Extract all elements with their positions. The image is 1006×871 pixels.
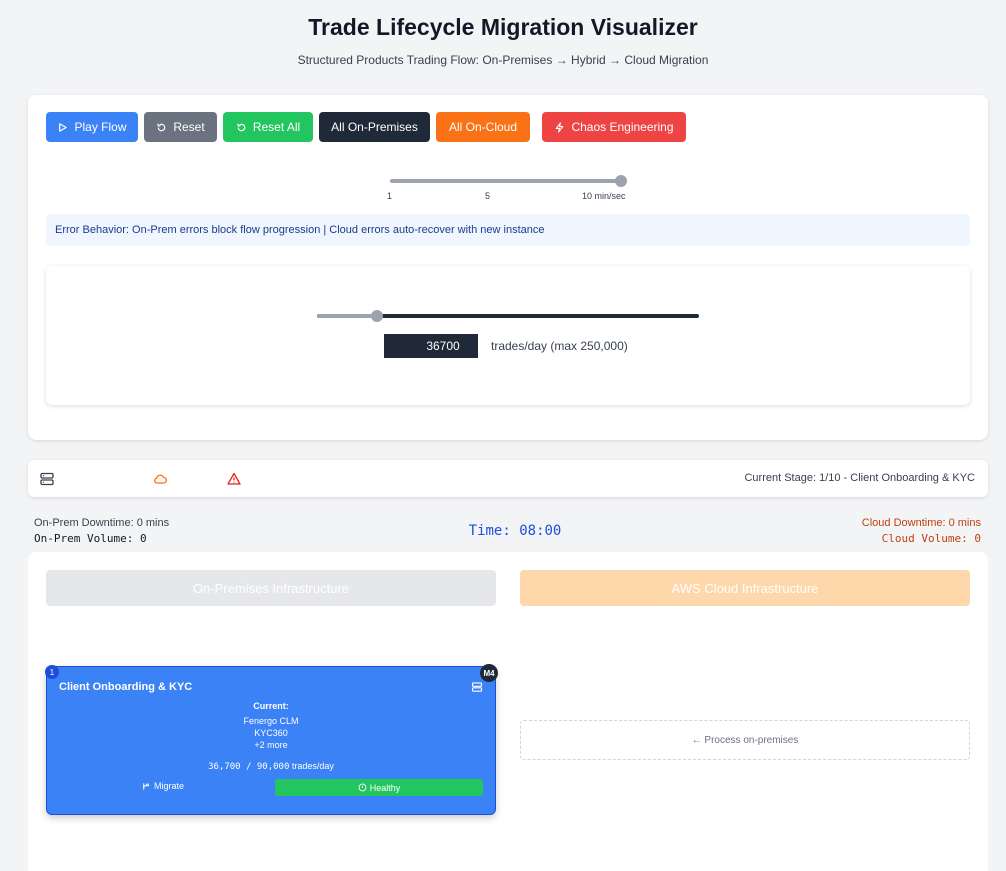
current-stage-text: Current Stage: 1/10 - Client Onboarding …: [744, 472, 975, 484]
play-flow-button[interactable]: Play Flow: [46, 112, 138, 142]
volume-input[interactable]: 36700: [384, 334, 478, 358]
volume-slider-fill: [317, 314, 375, 318]
stage-throughput: 36,700 / 90,000 trades/day: [47, 761, 495, 772]
volume-label: trades/day (max 250,000): [491, 339, 628, 353]
stage-maturity-badge: M4: [480, 664, 498, 682]
throughput-value: 36,700 / 90,000: [208, 762, 290, 772]
system-item-more: +2 more: [254, 740, 288, 750]
volume-card: 36700 trades/day (max 250,000): [46, 266, 970, 405]
throughput-unit: trades/day: [289, 761, 334, 771]
volume-slider-thumb[interactable]: [371, 310, 383, 322]
play-icon: [59, 122, 68, 132]
all-cloud-label: All On-Cloud: [448, 120, 518, 134]
speed-tick-min: 1: [387, 191, 393, 201]
system-item: Fenergo CLM: [243, 716, 299, 726]
controls-panel: Play Flow Reset Reset All All On-Premise…: [28, 95, 988, 440]
health-status-badge: Healthy: [275, 779, 483, 796]
git-branch-icon: [143, 782, 149, 790]
cloud-infrastructure-header: AWS Cloud Infrastructure: [520, 570, 970, 606]
all-onprem-button[interactable]: All On-Premises: [319, 112, 430, 142]
server-icon[interactable]: [39, 471, 55, 487]
chaos-engineering-label: Chaos Engineering: [571, 120, 674, 134]
lightning-icon: [556, 121, 564, 133]
reset-all-button[interactable]: Reset All: [223, 112, 313, 142]
speed-tick-max: 10 min/sec: [582, 191, 626, 201]
reset-icon: [237, 123, 246, 131]
cloud-volume: Cloud Volume: 0: [881, 532, 981, 545]
reset-label: Reset: [173, 120, 205, 134]
speed-tick-mid: 5: [485, 191, 491, 201]
cloud-icon[interactable]: [152, 471, 168, 487]
migrate-button[interactable]: Migrate: [141, 781, 184, 791]
cloud-process-placeholder: ← Process on-premises: [520, 720, 970, 760]
page-title: Trade Lifecycle Migration Visualizer: [308, 14, 698, 40]
simulation-time: Time: 08:00: [468, 523, 562, 539]
current-systems-label: Current:: [253, 701, 289, 711]
play-flow-label: Play Flow: [74, 120, 127, 134]
stage-number-badge: 1: [45, 665, 59, 679]
all-onprem-label: All On-Premises: [331, 120, 418, 134]
error-behavior-info: Error Behavior: On-Prem errors block flo…: [46, 214, 970, 246]
stage-card-client-onboarding[interactable]: 1 M4 Client Onboarding & KYC Current: Fe…: [45, 664, 498, 815]
chaos-engineering-button[interactable]: Chaos Engineering: [542, 112, 686, 142]
server-icon: [471, 682, 483, 692]
status-bar: Current Stage: 1/10 - Client Onboarding …: [28, 460, 988, 497]
page-subtitle: Structured Products Trading Flow: On-Pre…: [297, 53, 709, 67]
speed-slider-thumb[interactable]: [615, 175, 627, 187]
stage-title: Client Onboarding & KYC: [59, 681, 193, 693]
infrastructure-panel: On-Premises Infrastructure AWS Cloud Inf…: [28, 552, 988, 871]
check-circle-icon: [358, 783, 367, 792]
system-item: KYC360: [254, 728, 288, 738]
reset-button[interactable]: Reset: [144, 112, 217, 142]
health-status-label: Healthy: [369, 782, 401, 793]
all-cloud-button[interactable]: All On-Cloud: [436, 112, 530, 142]
speed-slider-track[interactable]: [390, 179, 624, 183]
reset-all-label: Reset All: [252, 120, 301, 134]
alert-triangle-icon[interactable]: [226, 471, 242, 487]
cloud-downtime: Cloud Downtime: 0 mins: [861, 517, 981, 529]
onprem-infrastructure-header: On-Premises Infrastructure: [46, 570, 496, 606]
reset-icon: [157, 123, 166, 131]
migrate-label: Migrate: [154, 781, 185, 791]
